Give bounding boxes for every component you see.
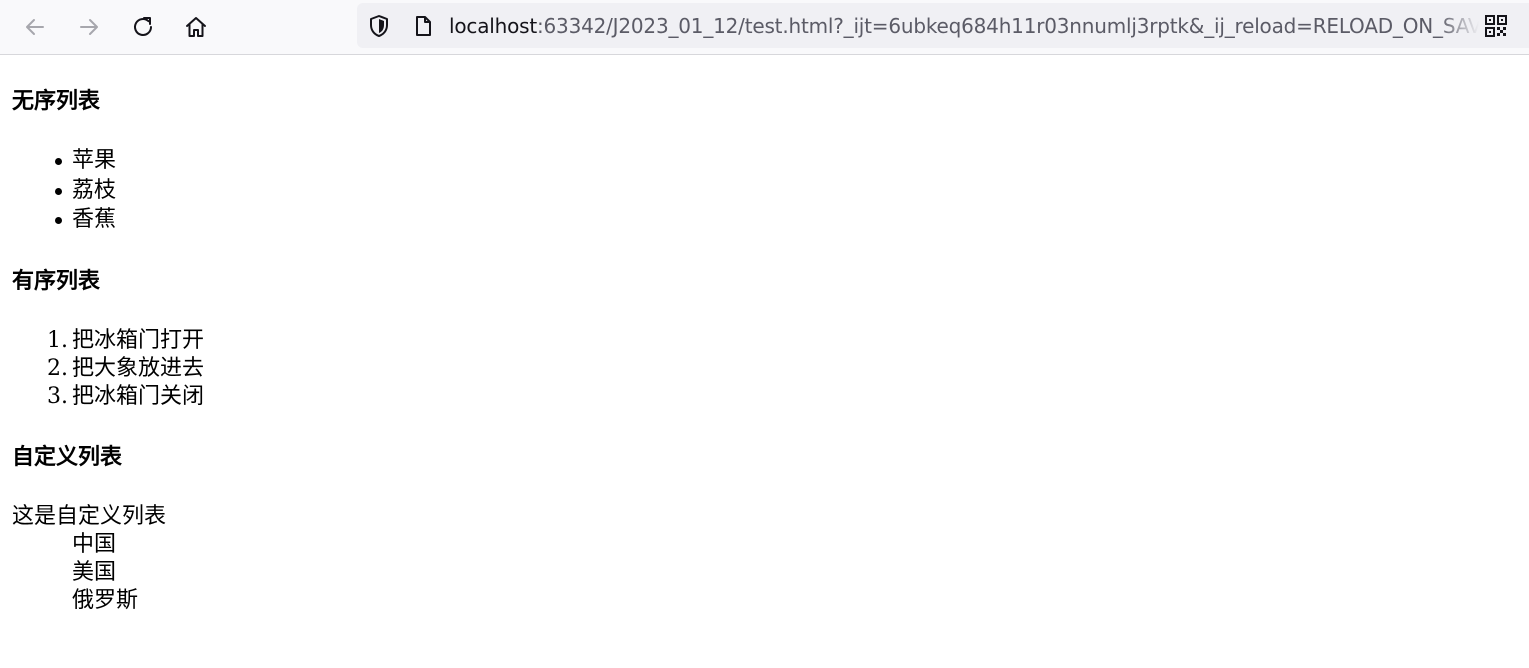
address-bar[interactable]: localhost:63342/J2023_01_12/test.html?_i… [357, 3, 1529, 48]
list-number: 1. [47, 328, 68, 353]
list-item-label: 荔枝 [72, 178, 117, 203]
home-icon [186, 17, 206, 37]
list-item-label: 苹果 [72, 148, 117, 173]
shield-icon[interactable] [367, 14, 391, 38]
forward-arrow-icon [80, 19, 98, 35]
definition-term: 这是自定义列表 [12, 504, 167, 529]
page-info-icon[interactable] [411, 14, 435, 38]
url-host: localhost [449, 14, 537, 38]
back-button[interactable] [16, 8, 54, 46]
list-item-label: 把冰箱门打开 [72, 328, 205, 353]
ordered-list-heading: 有序列表 [12, 268, 101, 294]
bullet-icon [55, 217, 62, 224]
back-arrow-icon [26, 19, 44, 35]
list-item-label: 把大象放进去 [72, 356, 205, 381]
reload-button[interactable] [124, 8, 162, 46]
home-button[interactable] [177, 8, 215, 46]
qr-code-icon[interactable] [1484, 14, 1508, 38]
definition-description: 中国 [72, 532, 117, 557]
definition-description: 美国 [72, 560, 117, 585]
url-text[interactable]: localhost:63342/J2023_01_12/test.html?_i… [449, 13, 1479, 39]
url-path: :63342/J2023_01_12/test.html?_ijt=6ubkeq… [536, 14, 1479, 38]
url-fade [1439, 3, 1479, 48]
list-number: 2. [47, 356, 68, 381]
definition-description: 俄罗斯 [72, 588, 139, 613]
bullet-icon [55, 158, 62, 165]
bullet-icon [55, 188, 62, 195]
unordered-list-heading: 无序列表 [12, 88, 101, 114]
reload-icon [134, 17, 152, 36]
forward-button[interactable] [70, 8, 108, 46]
list-item-label: 香蕉 [72, 207, 117, 232]
list-number: 3. [47, 384, 68, 409]
browser-toolbar: localhost:63342/J2023_01_12/test.html?_i… [0, 0, 1529, 55]
list-item-label: 把冰箱门关闭 [72, 384, 205, 409]
definition-list-heading: 自定义列表 [12, 444, 123, 470]
